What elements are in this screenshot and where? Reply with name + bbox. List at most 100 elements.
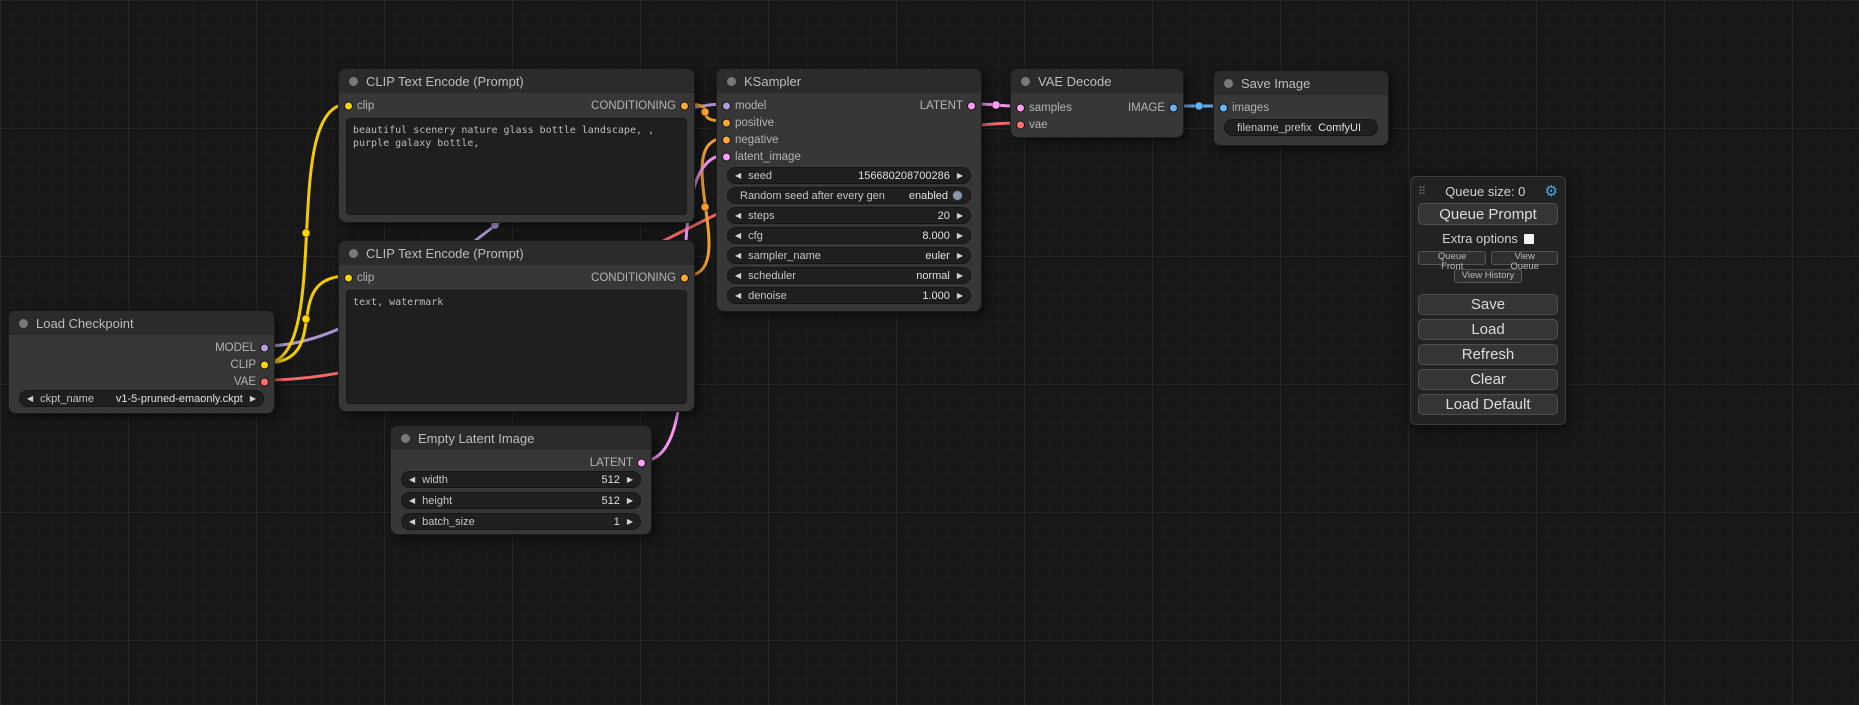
prompt-text-field[interactable]: beautiful scenery nature glass bottle la… <box>346 118 687 215</box>
collapse-dot-icon[interactable] <box>1021 77 1030 86</box>
input-slot-negative-dot[interactable] <box>722 135 731 144</box>
slot-row: negative <box>717 131 981 148</box>
output-slot-image-dot[interactable] <box>1169 103 1178 112</box>
width-widget[interactable]: ◀ width 512 ▶ <box>401 471 641 488</box>
output-slot-model-dot[interactable] <box>260 343 269 352</box>
height-widget[interactable]: ◀ height 512 ▶ <box>401 492 641 509</box>
slot-row: samples IMAGE <box>1011 99 1183 116</box>
node-titlebar[interactable]: VAE Decode <box>1011 69 1183 93</box>
output-slot-latent-dot[interactable] <box>637 458 646 467</box>
view-history-button[interactable]: View History <box>1454 269 1523 283</box>
arrow-right-icon[interactable]: ▶ <box>957 212 963 220</box>
arrow-right-icon[interactable]: ▶ <box>957 172 963 180</box>
arrow-left-icon[interactable]: ◀ <box>735 212 741 220</box>
collapse-dot-icon[interactable] <box>19 319 28 328</box>
sampler-name-widget[interactable]: ◀ sampler_name euler ▶ <box>727 247 971 264</box>
refresh-button[interactable]: Refresh <box>1418 344 1558 365</box>
drag-handle-icon[interactable]: ⠿ <box>1418 185 1426 198</box>
link-midpoint-dot <box>302 229 310 237</box>
arrow-right-icon[interactable]: ▶ <box>627 518 633 526</box>
output-slot-conditioning-dot[interactable] <box>680 273 689 282</box>
widget-label: batch_size <box>422 516 475 528</box>
node-empty-latent-image[interactable]: Empty Latent Image LATENT ◀ width 512 ▶ … <box>390 425 652 535</box>
node-titlebar[interactable]: Empty Latent Image <box>391 426 651 450</box>
node-clip-text-encode-negative[interactable]: CLIP Text Encode (Prompt) clip CONDITION… <box>338 240 695 412</box>
scheduler-widget[interactable]: ◀ scheduler normal ▶ <box>727 267 971 284</box>
cfg-widget[interactable]: ◀ cfg 8.000 ▶ <box>727 227 971 244</box>
output-slot-clip-dot[interactable] <box>260 360 269 369</box>
collapse-dot-icon[interactable] <box>401 434 410 443</box>
arrow-right-icon[interactable]: ▶ <box>957 272 963 280</box>
arrow-left-icon[interactable]: ◀ <box>409 518 415 526</box>
collapse-dot-icon[interactable] <box>349 249 358 258</box>
random-seed-widget[interactable]: Random seed after every gen enabled <box>727 187 971 204</box>
output-slot-conditioning-dot[interactable] <box>680 101 689 110</box>
node-ksampler[interactable]: KSampler model LATENT positive negative … <box>716 68 982 312</box>
node-titlebar[interactable]: CLIP Text Encode (Prompt) <box>339 69 694 93</box>
input-label-samples: samples <box>1029 102 1072 114</box>
save-button[interactable]: Save <box>1418 294 1558 315</box>
node-graph-canvas[interactable]: Load Checkpoint MODEL CLIP VAE ◀ ckpt_na… <box>0 0 1859 705</box>
arrow-left-icon[interactable]: ◀ <box>735 252 741 260</box>
collapse-dot-icon[interactable] <box>349 77 358 86</box>
arrow-left-icon[interactable]: ◀ <box>409 497 415 505</box>
input-label-images: images <box>1232 102 1269 114</box>
arrow-right-icon[interactable]: ▶ <box>957 232 963 240</box>
input-slot-positive-dot[interactable] <box>722 118 731 127</box>
widget-label: denoise <box>748 290 787 302</box>
load-default-button[interactable]: Load Default <box>1418 394 1558 415</box>
input-slot-images-dot[interactable] <box>1219 103 1228 112</box>
node-titlebar[interactable]: KSampler <box>717 69 981 93</box>
view-queue-button[interactable]: View Queue <box>1491 251 1558 265</box>
node-clip-text-encode-positive[interactable]: CLIP Text Encode (Prompt) clip CONDITION… <box>338 68 695 223</box>
input-slot-model-dot[interactable] <box>722 101 731 110</box>
node-load-checkpoint[interactable]: Load Checkpoint MODEL CLIP VAE ◀ ckpt_na… <box>8 310 275 414</box>
arrow-right-icon[interactable]: ▶ <box>627 476 633 484</box>
denoise-widget[interactable]: ◀ denoise 1.000 ▶ <box>727 287 971 304</box>
queue-size-label: Queue size: 0 <box>1426 184 1544 199</box>
batch-size-widget[interactable]: ◀ batch_size 1 ▶ <box>401 513 641 530</box>
arrow-right-icon[interactable]: ▶ <box>627 497 633 505</box>
toggle-dot-icon[interactable] <box>952 190 963 201</box>
arrow-left-icon[interactable]: ◀ <box>735 232 741 240</box>
node-vae-decode[interactable]: VAE Decode samples IMAGE vae <box>1010 68 1184 138</box>
ckpt-name-widget[interactable]: ◀ ckpt_name v1-5-pruned-emaonly.ckpt ▶ <box>19 390 264 407</box>
arrow-right-icon[interactable]: ▶ <box>957 292 963 300</box>
collapse-dot-icon[interactable] <box>727 77 736 86</box>
clear-button[interactable]: Clear <box>1418 369 1558 390</box>
node-titlebar[interactable]: Load Checkpoint <box>9 311 274 335</box>
queue-front-button[interactable]: Queue Front <box>1418 251 1486 265</box>
arrow-left-icon[interactable]: ◀ <box>735 172 741 180</box>
arrow-left-icon[interactable]: ◀ <box>735 292 741 300</box>
input-slot-clip-dot[interactable] <box>344 273 353 282</box>
arrow-right-icon[interactable]: ▶ <box>250 395 256 403</box>
node-save-image[interactable]: Save Image images filename_prefix ComfyU… <box>1213 70 1389 146</box>
slot-row: latent_image <box>717 148 981 165</box>
widget-label: height <box>422 495 452 507</box>
arrow-left-icon[interactable]: ◀ <box>735 272 741 280</box>
input-slot-latent-image-dot[interactable] <box>722 152 731 161</box>
arrow-right-icon[interactable]: ▶ <box>957 252 963 260</box>
node-title: Save Image <box>1241 76 1310 91</box>
collapse-dot-icon[interactable] <box>1224 79 1233 88</box>
input-slot-clip-dot[interactable] <box>344 101 353 110</box>
input-slot-samples-dot[interactable] <box>1016 103 1025 112</box>
widget-value: ComfyUI <box>1318 122 1361 134</box>
queue-prompt-button[interactable]: Queue Prompt <box>1418 203 1558 225</box>
widget-label: seed <box>748 170 772 182</box>
input-slot-vae-dot[interactable] <box>1016 120 1025 129</box>
output-label-image: IMAGE <box>1128 102 1165 114</box>
steps-widget[interactable]: ◀ steps 20 ▶ <box>727 207 971 224</box>
output-slot-vae-dot[interactable] <box>260 377 269 386</box>
node-titlebar[interactable]: Save Image <box>1214 71 1388 95</box>
extra-options-checkbox[interactable] <box>1524 234 1534 244</box>
filename-prefix-widget[interactable]: filename_prefix ComfyUI <box>1224 119 1378 136</box>
node-titlebar[interactable]: CLIP Text Encode (Prompt) <box>339 241 694 265</box>
settings-gear-icon[interactable]: ⚙ <box>1545 184 1558 199</box>
seed-widget[interactable]: ◀ seed 156680208700286 ▶ <box>727 167 971 184</box>
arrow-left-icon[interactable]: ◀ <box>27 395 33 403</box>
load-button[interactable]: Load <box>1418 319 1558 340</box>
arrow-left-icon[interactable]: ◀ <box>409 476 415 484</box>
output-slot-latent-dot[interactable] <box>967 101 976 110</box>
prompt-text-field[interactable]: text, watermark <box>346 290 687 404</box>
